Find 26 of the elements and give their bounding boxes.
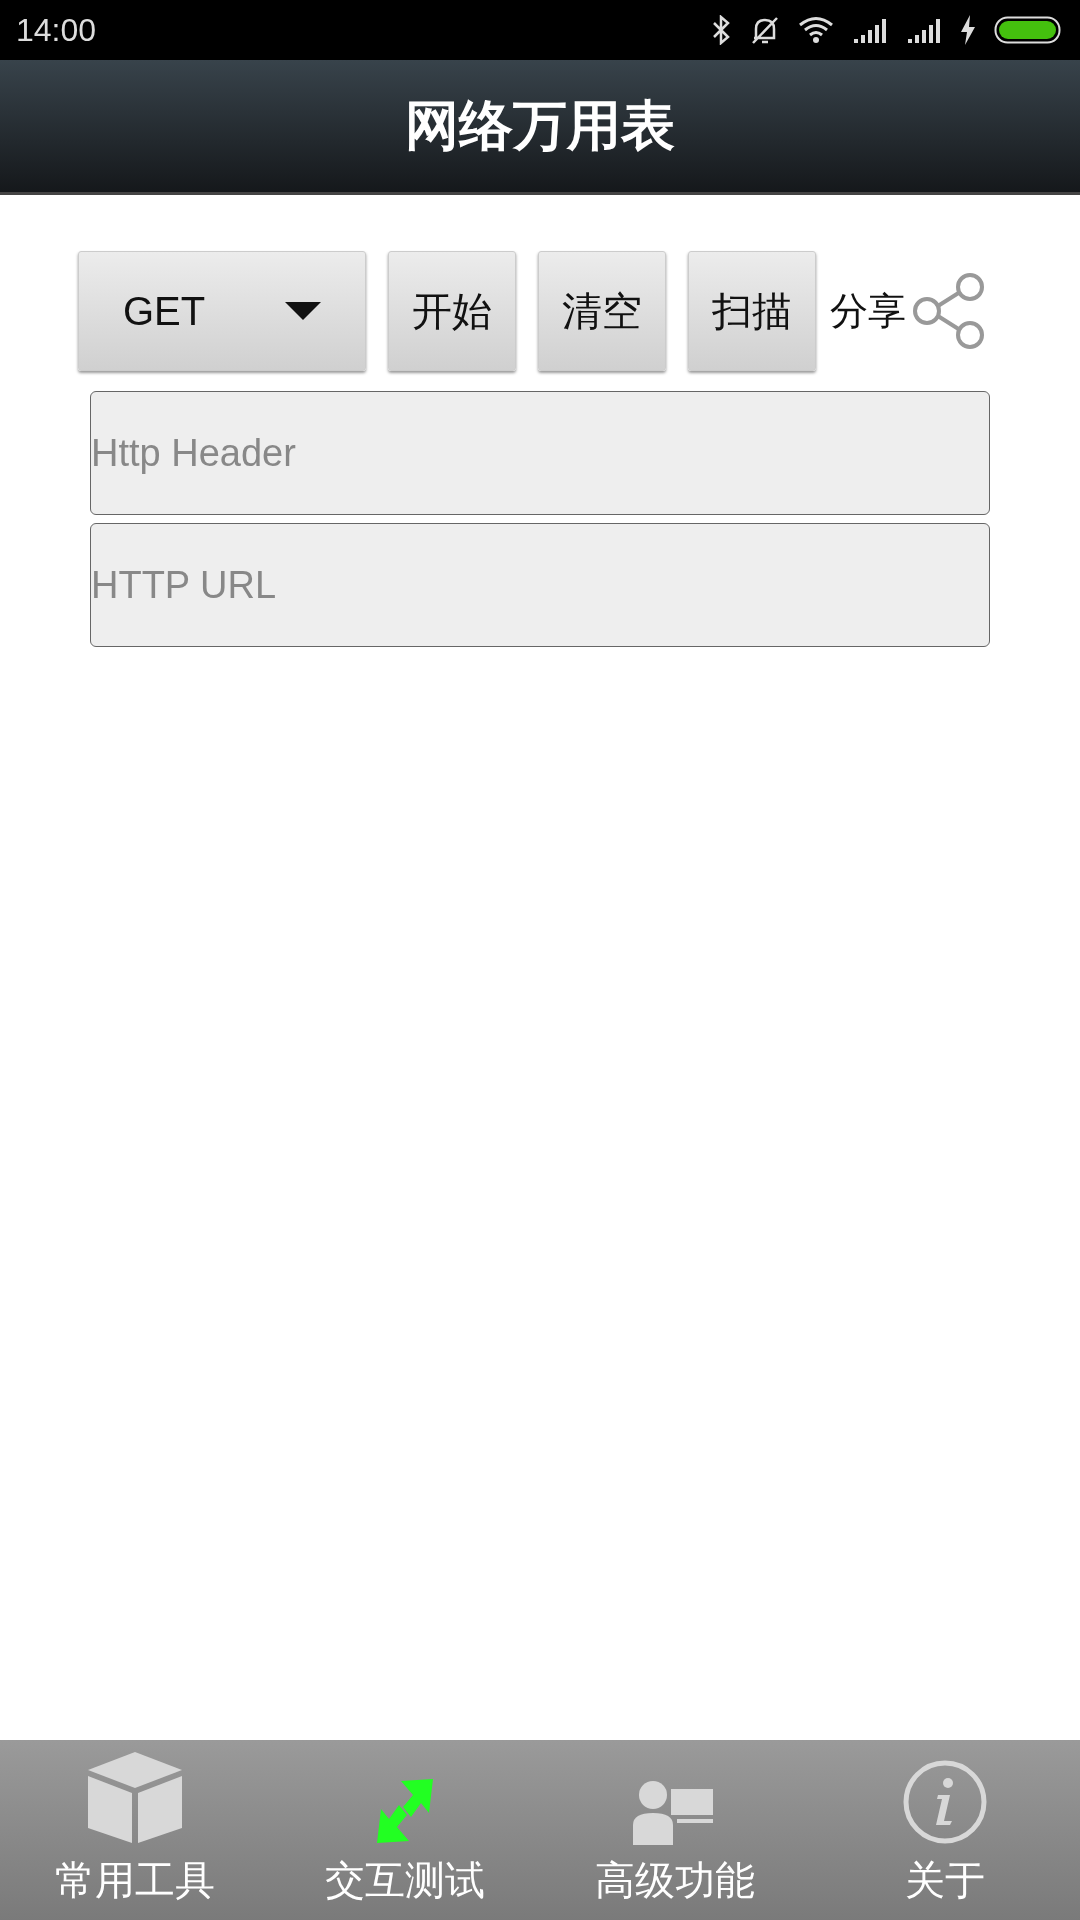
wifi-icon <box>798 16 834 44</box>
status-time: 14:00 <box>16 11 97 49</box>
caret-icon <box>285 302 322 320</box>
charging-icon <box>960 15 976 45</box>
tab[interactable]: 交互测试 <box>270 1740 540 1920</box>
share-icon[interactable] <box>912 273 986 349</box>
action-button[interactable]: 清空 <box>538 251 666 371</box>
input-field[interactable]: HTTP URL <box>90 523 990 647</box>
tab-label: 交互测试 <box>325 1856 485 1905</box>
tab[interactable]: 高级功能 <box>540 1740 810 1920</box>
muted-bell-icon <box>750 15 780 45</box>
tab-label: 高级功能 <box>595 1856 755 1905</box>
input-field[interactable]: Http Header <box>90 391 990 515</box>
tab-label: 关于 <box>905 1856 985 1905</box>
tab-label: 常用工具 <box>55 1856 215 1905</box>
action-button[interactable]: 扫描 <box>688 251 816 371</box>
method-dropdown[interactable]: GET <box>78 251 366 371</box>
tab[interactable]: 关于 <box>810 1740 1080 1920</box>
battery-icon <box>994 16 1064 44</box>
bluetooth-icon <box>712 15 732 45</box>
app-title: 网络万用表 <box>405 92 675 159</box>
tab[interactable]: 常用工具 <box>0 1740 270 1920</box>
signal-icon <box>852 17 888 43</box>
share-label[interactable]: 分享 <box>830 285 906 337</box>
signal-icon <box>906 17 942 43</box>
action-button[interactable]: 开始 <box>388 251 516 371</box>
